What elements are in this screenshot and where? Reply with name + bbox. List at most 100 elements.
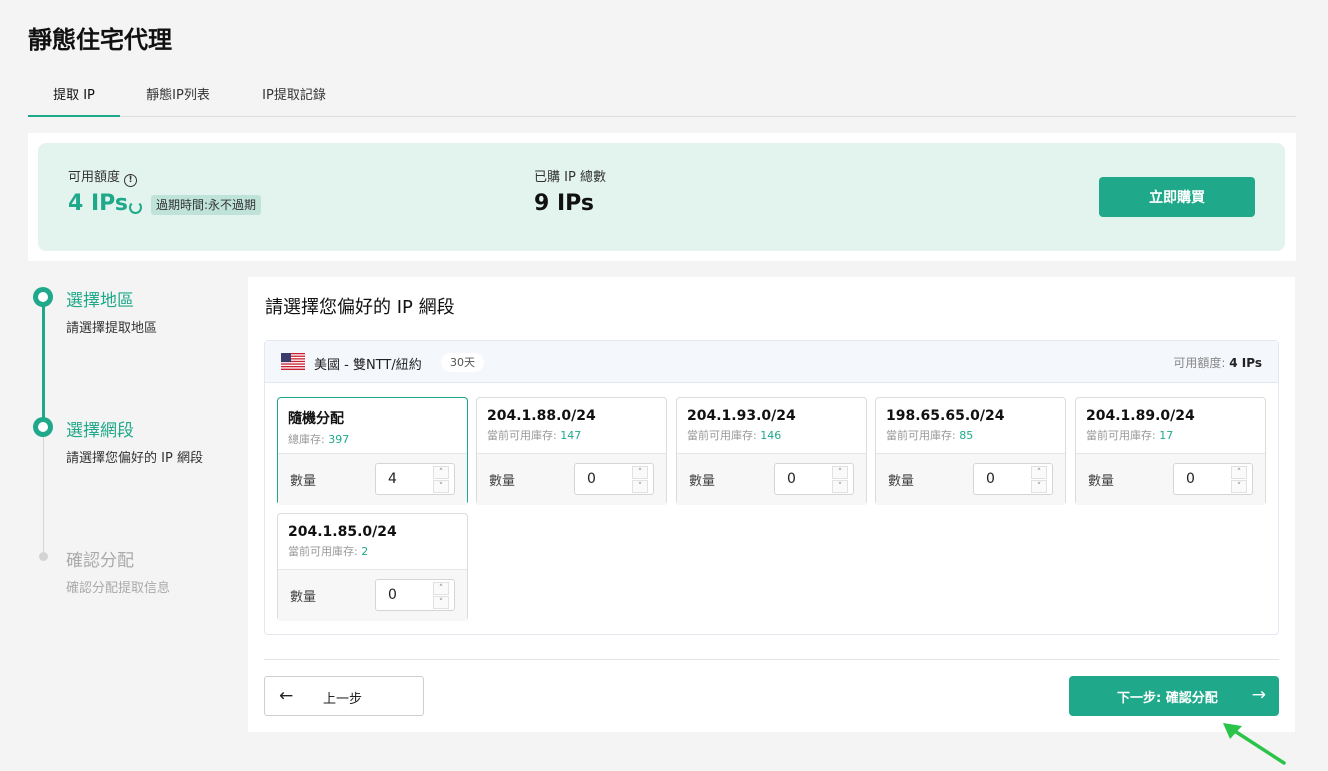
step-3-subtitle: 確認分配提取信息 (66, 581, 171, 596)
refresh-icon[interactable] (129, 201, 142, 214)
tab-bar: 提取 IP 靜態IP列表 IP提取記錄 (28, 78, 1296, 117)
quota-card: 可用額度! 4 IPs 過期時間:永不過期 已購 IP 總數 9 IPs 立即購… (38, 143, 1285, 251)
chevron-down-icon[interactable]: ˅ (1031, 480, 1047, 493)
ip-segment-card[interactable]: 204.1.93.0/24 當前可用庫存: 146 數量 0 ˄ ˅ (676, 397, 867, 505)
segment-name: 198.65.65.0/24 (886, 408, 1005, 424)
segment-name: 隨機分配 (288, 411, 344, 427)
quantity-stepper[interactable]: 0 ˄ ˅ (973, 463, 1053, 495)
available-quota-value: 4 IPs (68, 191, 128, 216)
quantity-value[interactable]: 0 (1186, 471, 1195, 487)
previous-step-label: 上一步 (323, 692, 363, 707)
step-2-dot (33, 417, 53, 437)
region-box: 美國 - 雙NTT/紐約 30天 可用額度: 4 IPs 隨機分配 總庫存: 3… (264, 340, 1279, 635)
tab-extract-ip[interactable]: 提取 IP (28, 78, 120, 117)
chevron-up-icon[interactable]: ˄ (433, 582, 449, 595)
stock-label: 當前可用庫存: (886, 429, 956, 442)
arrow-left-icon: ← (279, 686, 294, 706)
segment-stock: 總庫存: 397 (288, 431, 467, 447)
region-quota-value: 4 IPs (1229, 356, 1262, 370)
quantity-label: 數量 (489, 474, 516, 489)
chevron-down-icon[interactable]: ˅ (832, 480, 848, 493)
quantity-value[interactable]: 0 (388, 587, 397, 603)
stock-value: 2 (361, 545, 369, 558)
quantity-stepper[interactable]: 4 ˄ ˅ (375, 463, 455, 495)
step-pending-line (43, 427, 44, 557)
quota-section: 可用額度! 4 IPs 過期時間:永不過期 已購 IP 總數 9 IPs 立即購… (28, 133, 1296, 261)
purchased-total-value: 9 IPs (534, 191, 594, 216)
segment-name: 204.1.89.0/24 (1086, 408, 1195, 424)
expire-tag: 過期時間:永不過期 (151, 195, 262, 215)
ip-segment-card[interactable]: 198.65.65.0/24 當前可用庫存: 85 數量 0 ˄ ˅ (875, 397, 1066, 505)
duration-badge: 30天 (441, 353, 484, 372)
quantity-stepper[interactable]: 0 ˄ ˅ (375, 579, 455, 611)
segment-name: 204.1.85.0/24 (288, 524, 397, 540)
available-quota-text: 可用額度 (68, 170, 121, 185)
segment-stock: 當前可用庫存: 17 (1086, 427, 1265, 443)
page-title: 靜態住宅代理 (28, 26, 172, 54)
annotation-arrow-icon (1223, 723, 1286, 765)
step-2-subtitle: 請選擇您偏好的 IP 網段 (66, 451, 203, 466)
quantity-value[interactable]: 4 (388, 471, 397, 487)
chevron-up-icon[interactable]: ˄ (1031, 466, 1047, 479)
chevron-up-icon[interactable]: ˄ (632, 466, 648, 479)
quantity-value[interactable]: 0 (787, 471, 796, 487)
next-step-label: 下一步: 確認分配 (1117, 691, 1218, 706)
purchased-total-label: 已購 IP 總數 (534, 170, 606, 185)
arrow-right-icon: → (1251, 685, 1266, 705)
segment-name: 204.1.88.0/24 (487, 408, 596, 424)
info-icon[interactable]: ! (124, 174, 138, 187)
chevron-up-icon[interactable]: ˄ (433, 466, 449, 479)
segment-stock: 當前可用庫存: 85 (886, 427, 1065, 443)
ip-segment-card[interactable]: 204.1.85.0/24 當前可用庫存: 2 數量 0 ˄ ˅ (277, 513, 468, 621)
segment-name: 204.1.93.0/24 (687, 408, 796, 424)
stock-value: 147 (560, 429, 582, 442)
segment-selection-panel: 請選擇您偏好的 IP 網段 美國 - 雙NTT/紐約 30天 可用額度: 4 I… (248, 277, 1295, 732)
region-quota-label: 可用額度: (1173, 356, 1226, 370)
stock-value: 146 (760, 429, 782, 442)
chevron-down-icon[interactable]: ˅ (433, 480, 449, 493)
quantity-stepper[interactable]: 0 ˄ ˅ (1173, 463, 1253, 495)
segment-stock: 當前可用庫存: 2 (288, 543, 467, 559)
step-1-title: 選擇地區 (66, 291, 134, 311)
buy-now-button[interactable]: 立即購買 (1099, 177, 1255, 217)
stepper-nav: 選擇地區 請選擇提取地區 選擇網段 請選擇您偏好的 IP 網段 確認分配 確認分… (28, 285, 238, 605)
divider (264, 659, 1279, 660)
panel-title: 請選擇您偏好的 IP 網段 (265, 297, 455, 318)
quantity-stepper[interactable]: 0 ˄ ˅ (574, 463, 654, 495)
ip-segment-card[interactable]: 隨機分配 總庫存: 397 數量 4 ˄ ˅ (277, 397, 468, 505)
stock-label: 當前可用庫存: (1086, 429, 1156, 442)
step-3-title: 確認分配 (66, 551, 134, 571)
region-header: 美國 - 雙NTT/紐約 30天 可用額度: 4 IPs (265, 341, 1278, 383)
stock-label: 總庫存: (288, 433, 325, 446)
segment-stock: 當前可用庫存: 147 (487, 427, 666, 443)
stock-label: 當前可用庫存: (487, 429, 557, 442)
stock-value: 397 (328, 433, 350, 446)
ip-segment-card[interactable]: 204.1.89.0/24 當前可用庫存: 17 數量 0 ˄ ˅ (1075, 397, 1266, 505)
tab-static-ip-list[interactable]: 靜態IP列表 (136, 78, 220, 117)
tab-ip-extract-records[interactable]: IP提取記錄 (248, 78, 340, 117)
chevron-down-icon[interactable]: ˅ (433, 596, 449, 609)
quantity-value[interactable]: 0 (587, 471, 596, 487)
step-1-subtitle: 請選擇提取地區 (66, 321, 158, 336)
region-quota: 可用額度: 4 IPs (1173, 354, 1262, 371)
chevron-down-icon[interactable]: ˅ (632, 480, 648, 493)
stock-value: 85 (959, 429, 974, 442)
region-name: 美國 - 雙NTT/紐約 (314, 358, 422, 373)
quantity-value[interactable]: 0 (986, 471, 995, 487)
segment-stock: 當前可用庫存: 146 (687, 427, 866, 443)
next-step-button[interactable]: 下一步: 確認分配 → (1069, 676, 1279, 716)
ip-segment-card[interactable]: 204.1.88.0/24 當前可用庫存: 147 數量 0 ˄ ˅ (476, 397, 667, 505)
available-quota-label: 可用額度! (68, 166, 138, 187)
chevron-up-icon[interactable]: ˄ (1231, 466, 1247, 479)
quantity-label: 數量 (290, 590, 317, 605)
chevron-up-icon[interactable]: ˄ (832, 466, 848, 479)
step-1-dot (33, 287, 53, 307)
quantity-label: 數量 (888, 474, 915, 489)
stock-value: 17 (1159, 429, 1174, 442)
us-flag-icon (281, 353, 305, 370)
chevron-down-icon[interactable]: ˅ (1231, 480, 1247, 493)
quantity-stepper[interactable]: 0 ˄ ˅ (774, 463, 854, 495)
previous-step-button[interactable]: ← 上一步 (264, 676, 424, 716)
quantity-label: 數量 (290, 474, 317, 489)
step-3-dot (39, 552, 48, 561)
